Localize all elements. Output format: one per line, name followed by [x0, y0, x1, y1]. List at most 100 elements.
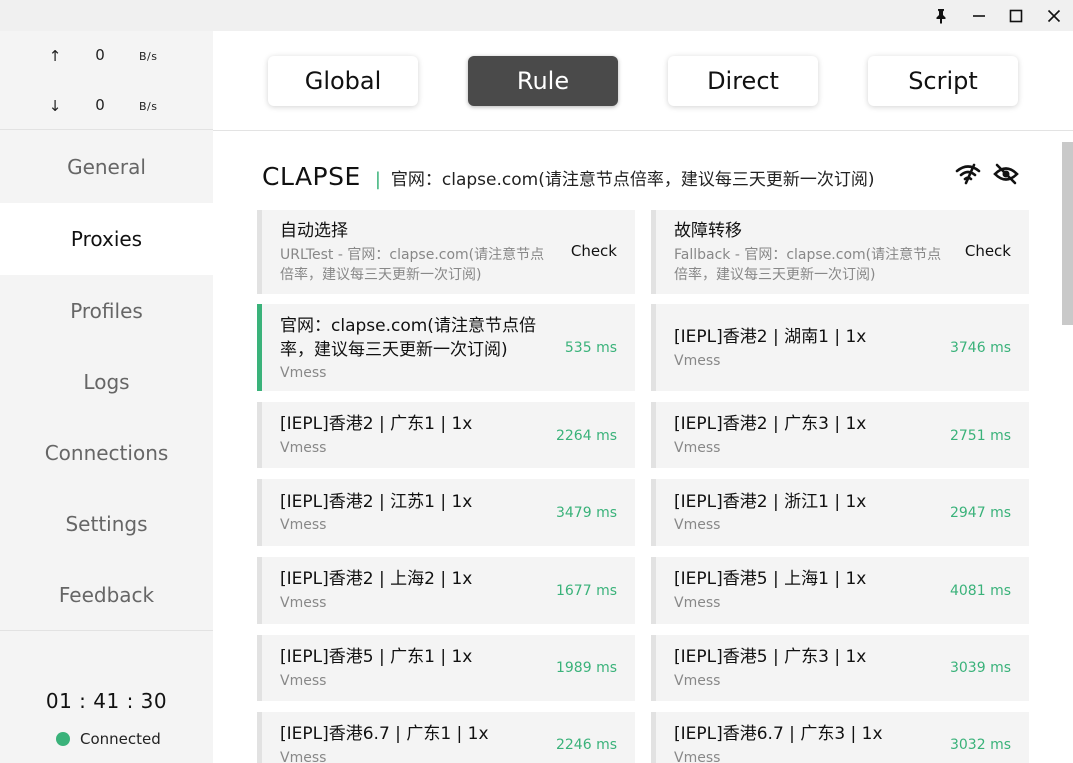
proxy-name: [IEPL]香港2 | 广东1 | 1x — [280, 414, 473, 434]
card-body: [IEPL]香港2 | 广东3 | 1x Vmess 2751 ms — [661, 402, 1029, 468]
proxy-card[interactable]: [IEPL]香港5 | 广东3 | 1x Vmess 3039 ms — [651, 635, 1029, 701]
card-body: [IEPL]香港5 | 上海1 | 1x Vmess 4081 ms — [661, 557, 1029, 624]
proxy-name: [IEPL]香港6.7 | 广东3 | 1x — [674, 724, 883, 744]
pin-icon[interactable] — [922, 0, 960, 31]
proxy-delay[interactable]: 3746 ms — [950, 340, 1011, 356]
download-value: 0 — [95, 96, 105, 114]
group-separator: | — [374, 169, 381, 190]
card-body: [IEPL]香港6.7 | 广东3 | 1x Vmess 3032 ms — [661, 712, 1029, 763]
proxy-name: [IEPL]香港5 | 上海1 | 1x — [674, 569, 867, 589]
card-accent-bar — [257, 304, 262, 391]
proxy-card[interactable]: [IEPL]香港6.7 | 广东1 | 1x Vmess 2246 ms — [257, 712, 635, 763]
proxy-name: [IEPL]香港2 | 江苏1 | 1x — [280, 492, 473, 512]
mode-rule-button[interactable]: Rule — [468, 56, 618, 106]
proxy-card[interactable]: 官网：clapse.com(请注意节点倍率，建议每三天更新一次订阅) Vmess… — [257, 304, 635, 391]
check-button[interactable]: Check — [965, 242, 1011, 260]
card-body: 官网：clapse.com(请注意节点倍率，建议每三天更新一次订阅) Vmess… — [267, 304, 635, 391]
proxy-name: [IEPL]香港5 | 广东1 | 1x — [280, 647, 473, 667]
card-accent-bar — [257, 557, 262, 624]
sidebar-item-proxies[interactable]: Proxies — [0, 203, 213, 275]
minimize-icon[interactable] — [960, 0, 998, 31]
card-accent-bar — [257, 635, 262, 701]
wifi-speed-icon[interactable] — [955, 162, 981, 186]
proxy-type: Vmess — [674, 750, 721, 763]
proxy-card[interactable]: [IEPL]香港5 | 广东1 | 1x Vmess 1989 ms — [257, 635, 635, 701]
proxy-card-urltest[interactable]: 自动选择 URLTest - 官网：clapse.com(请注意节点倍率，建议每… — [257, 210, 635, 294]
proxy-subtitle: URLTest - 官网：clapse.com(请注意节点倍率，建议每三天更新一… — [280, 247, 545, 283]
proxy-name: [IEPL]香港2 | 湖南1 | 1x — [674, 327, 867, 347]
card-accent-bar — [651, 712, 656, 763]
proxy-delay[interactable]: 3039 ms — [950, 660, 1011, 676]
scrollbar[interactable] — [1062, 142, 1073, 325]
proxy-delay[interactable]: 1989 ms — [556, 660, 617, 676]
download-speed: ↓ 0 B/s — [0, 95, 213, 119]
proxy-type: Vmess — [280, 673, 327, 689]
card-body: [IEPL]香港2 | 上海2 | 1x Vmess 1677 ms — [267, 557, 635, 624]
card-body: 自动选择 URLTest - 官网：clapse.com(请注意节点倍率，建议每… — [267, 210, 635, 294]
proxy-delay[interactable]: 2246 ms — [556, 737, 617, 753]
check-button[interactable]: Check — [571, 242, 617, 260]
mode-global-button[interactable]: Global — [268, 56, 418, 106]
card-body: [IEPL]香港5 | 广东1 | 1x Vmess 1989 ms — [267, 635, 635, 701]
proxy-name: [IEPL]香港2 | 广东3 | 1x — [674, 414, 867, 434]
sidebar-item-settings[interactable]: Settings — [0, 488, 213, 560]
proxy-card[interactable]: [IEPL]香港2 | 上海2 | 1x Vmess 1677 ms — [257, 557, 635, 624]
proxy-type: Vmess — [674, 517, 721, 533]
proxy-name: 官网：clapse.com(请注意节点倍率，建议每三天更新一次订阅) — [280, 316, 536, 360]
proxy-card[interactable]: [IEPL]香港6.7 | 广东3 | 1x Vmess 3032 ms — [651, 712, 1029, 763]
connection-label: Connected — [80, 730, 161, 748]
proxy-card[interactable]: [IEPL]香港2 | 浙江1 | 1x Vmess 2947 ms — [651, 479, 1029, 546]
proxy-name: [IEPL]香港6.7 | 广东1 | 1x — [280, 724, 489, 744]
upload-arrow-icon: ↑ — [48, 47, 62, 65]
proxy-card[interactable]: [IEPL]香港5 | 上海1 | 1x Vmess 4081 ms — [651, 557, 1029, 624]
sidebar-item-connections[interactable]: Connections — [0, 417, 213, 489]
proxy-type: Vmess — [674, 440, 721, 456]
card-accent-bar — [257, 479, 262, 546]
card-body: [IEPL]香港2 | 江苏1 | 1x Vmess 3479 ms — [267, 479, 635, 546]
proxy-delay[interactable]: 2264 ms — [556, 428, 617, 444]
mode-direct-button[interactable]: Direct — [668, 56, 818, 106]
proxy-card-fallback[interactable]: 故障转移 Fallback - 官网：clapse.com(请注意节点倍率，建议… — [651, 210, 1029, 294]
upload-speed: ↑ 0 B/s — [0, 45, 213, 69]
maximize-icon[interactable] — [997, 0, 1035, 31]
proxy-name: [IEPL]香港5 | 广东3 | 1x — [674, 647, 867, 667]
proxy-type: Vmess — [280, 440, 327, 456]
card-accent-bar — [651, 402, 656, 468]
proxy-delay[interactable]: 2751 ms — [950, 428, 1011, 444]
card-accent-bar — [651, 210, 656, 294]
card-body: [IEPL]香港2 | 广东1 | 1x Vmess 2264 ms — [267, 402, 635, 468]
proxy-delay[interactable]: 3479 ms — [556, 505, 617, 521]
uptime-timer: 01 : 41 : 30 — [45, 689, 168, 713]
card-body: [IEPL]香港2 | 湖南1 | 1x Vmess 3746 ms — [661, 304, 1029, 391]
card-accent-bar — [257, 210, 262, 294]
eye-off-icon[interactable] — [993, 162, 1019, 186]
main-panel: Global Rule Direct Script CLAPSE | 官网：cl… — [213, 31, 1073, 763]
close-icon[interactable] — [1035, 0, 1073, 31]
proxy-delay[interactable]: 3032 ms — [950, 737, 1011, 753]
proxy-card[interactable]: [IEPL]香港2 | 江苏1 | 1x Vmess 3479 ms — [257, 479, 635, 546]
mode-script-button[interactable]: Script — [868, 56, 1018, 106]
proxy-card[interactable]: [IEPL]香港2 | 湖南1 | 1x Vmess 3746 ms — [651, 304, 1029, 391]
card-body: [IEPL]香港6.7 | 广东1 | 1x Vmess 2246 ms — [267, 712, 635, 763]
card-accent-bar — [257, 402, 262, 468]
proxy-group-header: CLAPSE | 官网：clapse.com(请注意节点倍率，建议每三天更新一次… — [262, 162, 874, 191]
proxy-name: [IEPL]香港2 | 上海2 | 1x — [280, 569, 473, 589]
proxy-card[interactable]: [IEPL]香港2 | 广东3 | 1x Vmess 2751 ms — [651, 402, 1029, 468]
card-body: 故障转移 Fallback - 官网：clapse.com(请注意节点倍率，建议… — [661, 210, 1029, 294]
sidebar-item-feedback[interactable]: Feedback — [0, 559, 213, 631]
status-dot-icon — [56, 732, 70, 746]
card-body: [IEPL]香港5 | 广东3 | 1x Vmess 3039 ms — [661, 635, 1029, 701]
sidebar-item-logs[interactable]: Logs — [0, 346, 213, 418]
proxy-delay[interactable]: 2947 ms — [950, 505, 1011, 521]
card-accent-bar — [651, 304, 656, 391]
proxy-delay[interactable]: 1677 ms — [556, 583, 617, 599]
upload-value: 0 — [95, 46, 105, 64]
proxy-subtitle: Fallback - 官网：clapse.com(请注意节点倍率，建议每三天更新… — [674, 247, 942, 283]
sidebar-item-general[interactable]: General — [0, 131, 213, 203]
proxy-card[interactable]: [IEPL]香港2 | 广东1 | 1x Vmess 2264 ms — [257, 402, 635, 468]
proxy-type: Vmess — [280, 595, 327, 611]
proxy-delay[interactable]: 535 ms — [565, 340, 617, 356]
card-accent-bar — [651, 479, 656, 546]
proxy-delay[interactable]: 4081 ms — [950, 583, 1011, 599]
sidebar-item-profiles[interactable]: Profiles — [0, 275, 213, 347]
